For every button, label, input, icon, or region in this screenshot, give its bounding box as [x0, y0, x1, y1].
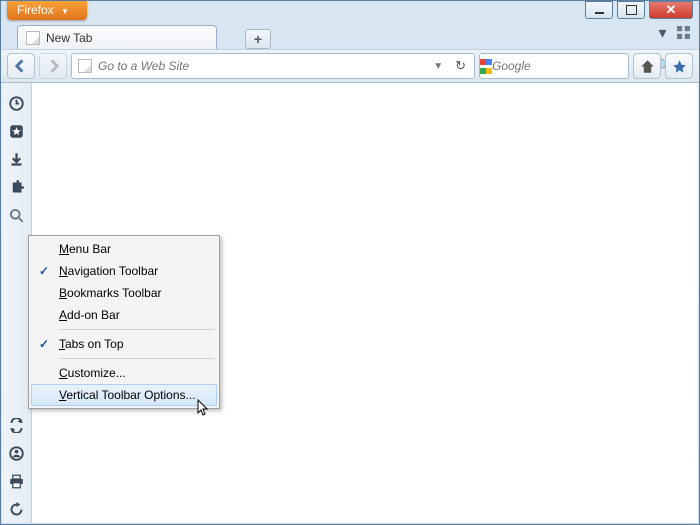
toolbar-context-menu: Menu Bar Navigation Toolbar Bookmarks Tool…: [28, 235, 220, 409]
firefox-menu-button[interactable]: Firefox ▼: [7, 1, 87, 20]
page-icon: [26, 31, 40, 45]
context-menu-separator: [59, 358, 215, 359]
back-button[interactable]: [7, 53, 35, 79]
context-menu-label: Bookmarks Toolbar: [59, 286, 162, 300]
print-icon[interactable]: [5, 469, 29, 493]
firefox-window: Firefox ▼ ✕ New Tab + ▾: [0, 0, 700, 525]
context-menu-item[interactable]: Add-on Bar: [31, 304, 217, 326]
context-menu-item[interactable]: Vertical Toolbar Options...: [31, 384, 217, 406]
list-all-tabs-button[interactable]: ▾: [655, 25, 670, 40]
refresh-icon[interactable]: [5, 497, 29, 521]
home-button[interactable]: [633, 53, 661, 79]
tab-new[interactable]: New Tab: [17, 25, 217, 49]
close-button[interactable]: ✕: [649, 1, 693, 19]
reload-icon[interactable]: ↻: [453, 58, 468, 74]
context-menu-item[interactable]: Navigation Toolbar: [31, 260, 217, 282]
bookmark-menu-button[interactable]: [665, 53, 693, 79]
history-icon[interactable]: [5, 91, 29, 115]
context-menu-item[interactable]: Bookmarks Toolbar: [31, 282, 217, 304]
download-icon[interactable]: [5, 147, 29, 171]
bookmark-star-icon[interactable]: [5, 119, 29, 143]
search-input[interactable]: [492, 59, 649, 73]
window-controls: ✕: [585, 1, 693, 19]
titlebar: Firefox ▼ ✕: [1, 1, 699, 21]
site-identity-icon: [78, 59, 92, 73]
identity-icon[interactable]: [5, 441, 29, 465]
addon-puzzle-icon[interactable]: [5, 175, 29, 199]
search-bar[interactable]: 🔍: [479, 53, 629, 79]
minimize-button[interactable]: [585, 1, 613, 19]
url-bar[interactable]: ▼ ↻: [71, 53, 475, 79]
app-name-label: Firefox: [17, 3, 54, 17]
dropdown-icon: ▼: [61, 7, 69, 16]
tab-title: New Tab: [46, 31, 92, 45]
tab-strip: New Tab + ▾: [1, 21, 699, 49]
url-dropdown-icon[interactable]: ▼: [429, 61, 447, 72]
context-menu-item[interactable]: Customize...: [31, 362, 217, 384]
context-menu-label: Add-on Bar: [59, 308, 120, 322]
context-menu-label: Vertical Toolbar Options...: [59, 388, 196, 402]
navigation-toolbar: ▼ ↻ 🔍: [1, 49, 699, 83]
context-menu-label: Customize...: [59, 366, 126, 380]
url-input[interactable]: [98, 59, 423, 73]
forward-button[interactable]: [39, 53, 67, 79]
sync-icon[interactable]: [5, 413, 29, 437]
context-menu-item[interactable]: Tabs on Top: [31, 333, 217, 355]
maximize-button[interactable]: [617, 1, 645, 19]
context-menu-separator: [59, 329, 215, 330]
tab-groups-button[interactable]: [676, 25, 691, 40]
context-menu-item[interactable]: Menu Bar: [31, 238, 217, 260]
search-icon[interactable]: [5, 203, 29, 227]
context-menu-label: Tabs on Top: [59, 337, 124, 351]
new-tab-button[interactable]: +: [245, 29, 271, 49]
context-menu-label: Menu Bar: [59, 242, 111, 256]
context-menu-label: Navigation Toolbar: [59, 264, 158, 278]
